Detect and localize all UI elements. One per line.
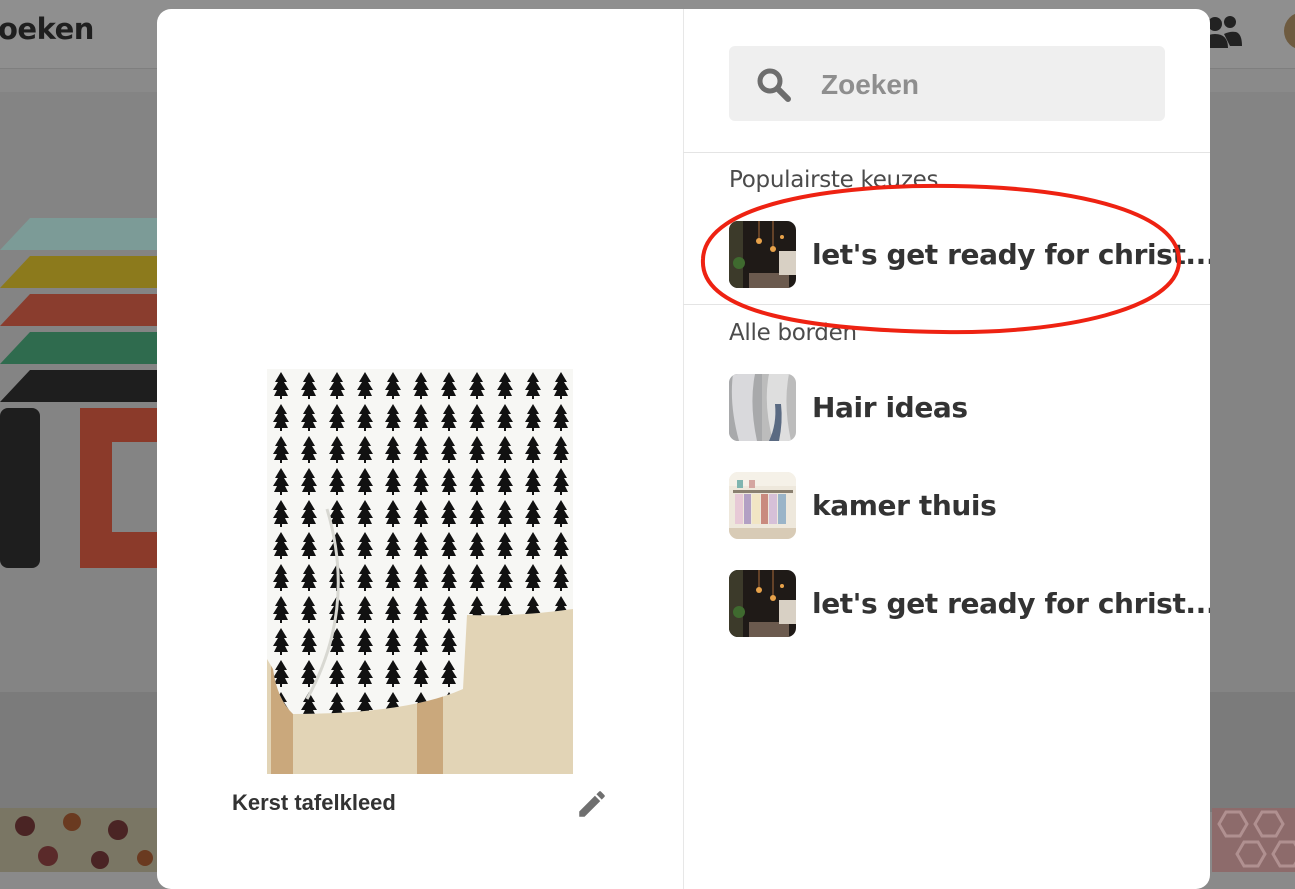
popular-section-label: Populairste keuzes	[729, 167, 939, 193]
board-picker-pane: Populairste keuzes let's get ready for c…	[683, 9, 1210, 889]
board-row-christmas[interactable]: let's get ready for christ...	[729, 570, 1210, 638]
board-search-input[interactable]	[819, 64, 1143, 106]
all-boards-section-label: Alle borden	[729, 320, 857, 346]
save-pin-modal: Kerst tafelkleed Populairste keuzes	[157, 9, 1210, 889]
board-row-kamer-thuis[interactable]: kamer thuis	[729, 472, 1189, 540]
background-dots-image	[0, 808, 157, 872]
search-icon	[757, 68, 791, 102]
board-thumbnail-christmas	[729, 221, 796, 288]
divider	[683, 304, 1210, 305]
board-name: let's get ready for christ...	[812, 587, 1210, 620]
pin-title: Kerst tafelkleed	[232, 790, 396, 815]
divider	[683, 152, 1210, 153]
board-thumbnail-christmas	[729, 570, 796, 637]
board-name: kamer thuis	[812, 489, 997, 522]
background-search-title: oeken	[0, 12, 94, 46]
board-thumbnail-kamer-thuis	[729, 472, 796, 539]
pin-preview-pane: Kerst tafelkleed	[157, 9, 684, 889]
board-row-hair-ideas[interactable]: Hair ideas	[729, 374, 1189, 442]
board-thumbnail-hair-ideas	[729, 374, 796, 441]
background-hexagon-image	[1212, 808, 1295, 872]
board-row-popular-christmas[interactable]: let's get ready for christ...	[729, 221, 1210, 289]
board-search-box[interactable]	[729, 46, 1165, 121]
pin-image	[267, 369, 573, 774]
board-name: let's get ready for christ...	[812, 238, 1210, 271]
board-name: Hair ideas	[812, 391, 968, 424]
avatar	[1284, 12, 1295, 50]
pencil-icon[interactable]	[575, 787, 609, 821]
background-logo-image	[0, 218, 160, 568]
